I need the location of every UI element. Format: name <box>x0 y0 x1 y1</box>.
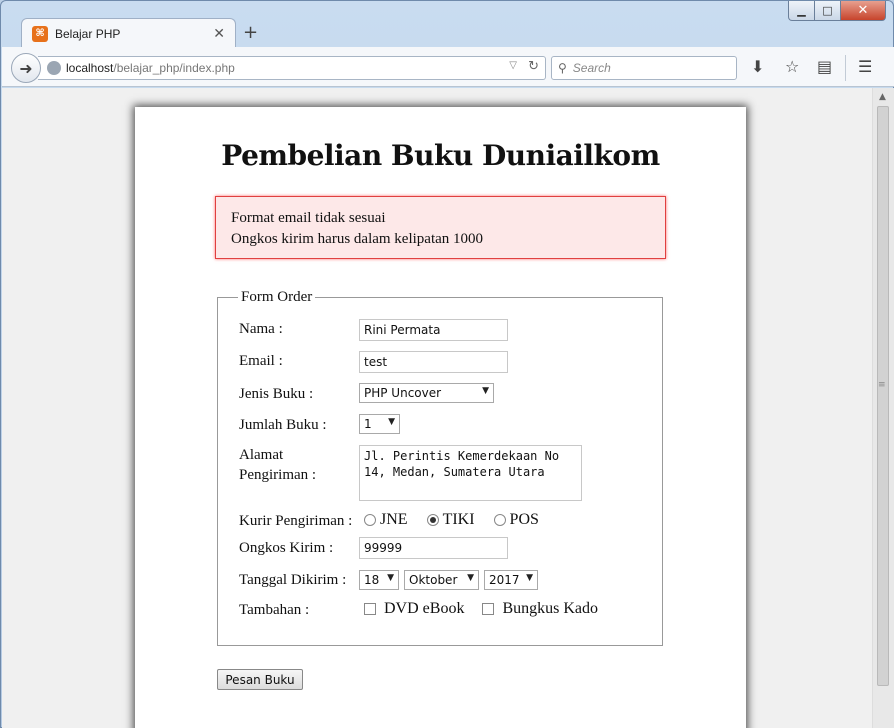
tanggal-month-select[interactable]: Oktober ▼ <box>404 570 479 590</box>
order-page: Pembelian Buku Duniailkom Format email t… <box>135 107 746 728</box>
kurir-label: Kurir Pengiriman : <box>239 513 353 529</box>
minimize-button[interactable]: ▁ <box>788 1 815 21</box>
tanggal-day-select[interactable]: 18 ▼ <box>359 570 399 590</box>
bookmark-star-icon[interactable]: ☆ <box>785 57 799 76</box>
error-message-box: Format email tidak sesuai Ongkos kirim h… <box>215 196 666 259</box>
reading-list-icon[interactable]: ▤ <box>817 57 832 76</box>
search-box[interactable]: ⚲ Search <box>551 56 737 80</box>
tanggal-year-value: 2017 <box>489 573 520 587</box>
page-title: Pembelian Buku Duniailkom <box>221 139 660 172</box>
tanggal-month-value: Oktober <box>409 573 458 587</box>
jumlah-buku-value: 1 <box>364 417 372 431</box>
xampp-favicon-icon: ⌘ <box>32 25 48 42</box>
radio-jne[interactable] <box>364 514 376 526</box>
checkbox-bungkus-kado[interactable] <box>482 603 495 615</box>
tanggal-label: Tanggal Dikirim : <box>239 572 347 588</box>
radio-label-jne: JNE <box>380 511 408 528</box>
tanggal-year-select[interactable]: 2017 ▼ <box>484 570 538 590</box>
tab-title: Belajar PHP <box>55 26 121 41</box>
dropdown-arrow-icon: ▼ <box>467 573 474 583</box>
back-button[interactable]: ➜ <box>11 53 41 83</box>
nama-input[interactable] <box>359 319 508 341</box>
url-host: localhost <box>66 61 114 75</box>
fieldset-legend: Form Order <box>241 289 313 305</box>
search-placeholder: Search <box>572 61 611 75</box>
window-controls: ▁ □ ✕ <box>788 1 886 21</box>
download-icon[interactable]: ⬇ <box>751 57 764 76</box>
tambahan-label: Tambahan : <box>239 602 310 618</box>
ongkos-label: Ongkos Kirim : <box>239 540 334 556</box>
url-bar[interactable]: localhost/belajar_php/index.php ▽ ↻ <box>38 56 546 80</box>
reload-icon[interactable]: ↻ <box>528 59 539 74</box>
radio-tiki[interactable] <box>426 514 439 526</box>
page-viewport: Pembelian Buku Duniailkom Format email t… <box>2 88 872 728</box>
dropdown-arrow-icon: ▼ <box>388 417 395 427</box>
kurir-radio-group: JNE TIKI POS <box>364 511 539 529</box>
arrow-left-icon: ➜ <box>19 58 33 78</box>
history-dropdown-icon[interactable]: ▽ <box>509 60 517 71</box>
jumlah-buku-label: Jumlah Buku : <box>239 417 327 433</box>
ongkos-input[interactable] <box>359 537 508 559</box>
toolbar-separator <box>845 55 846 81</box>
scroll-up-icon[interactable]: ▲ <box>879 92 886 102</box>
dropdown-arrow-icon: ▼ <box>387 573 394 583</box>
new-tab-icon[interactable]: + <box>243 22 258 43</box>
jenis-buku-value: PHP Uncover <box>364 386 442 400</box>
email-input[interactable] <box>359 351 508 373</box>
browser-window: ▁ □ ✕ ⌘ Belajar PHP ✕ + localhost/belaja… <box>0 0 894 728</box>
radio-label-tiki: TIKI <box>442 511 475 528</box>
error-message: Ongkos kirim harus dalam kelipatan 1000 <box>231 231 484 247</box>
scrollbar-grip-icon: ≡ <box>878 380 886 390</box>
close-tab-icon[interactable]: ✕ <box>213 26 225 42</box>
alamat-label-line1: Alamat <box>239 447 284 463</box>
jenis-buku-label: Jenis Buku : <box>239 386 314 402</box>
alamat-textarea[interactable]: Jl. Perintis Kemerdekaan No 14, Medan, S… <box>359 445 582 501</box>
menu-icon[interactable]: ☰ <box>858 57 872 76</box>
radio-pos[interactable] <box>493 514 506 526</box>
nama-label: Nama : <box>239 321 283 337</box>
checkbox-label-bungkus-kado: Bungkus Kado <box>502 600 598 617</box>
vertical-scrollbar[interactable]: ▲ ≡ <box>872 88 894 728</box>
jumlah-buku-select[interactable]: 1 ▼ <box>359 414 400 434</box>
alamat-label-line2: Pengiriman : <box>239 467 317 483</box>
maximize-button[interactable]: □ <box>815 1 841 21</box>
dropdown-arrow-icon: ▼ <box>526 573 533 583</box>
scrollbar-thumb[interactable] <box>877 106 889 686</box>
jenis-buku-select[interactable]: PHP Uncover ▼ <box>359 383 494 403</box>
search-icon: ⚲ <box>558 61 567 75</box>
navigation-toolbar: localhost/belajar_php/index.php ▽ ↻ ➜ ⚲ … <box>2 47 894 87</box>
tambahan-checkbox-group: DVD eBook Bungkus Kado <box>364 600 598 618</box>
checkbox-dvd-ebook[interactable] <box>364 603 376 615</box>
radio-label-pos: POS <box>509 511 539 528</box>
dropdown-arrow-icon: ▼ <box>482 386 489 396</box>
email-label: Email : <box>239 353 283 369</box>
pesan-buku-button[interactable]: Pesan Buku <box>217 669 303 690</box>
globe-icon <box>47 61 61 75</box>
url-path: /belajar_php/index.php <box>113 61 235 75</box>
checkbox-label-dvd-ebook: DVD eBook <box>384 600 465 617</box>
error-message: Format email tidak sesuai <box>231 210 386 226</box>
browser-tab[interactable]: ⌘ Belajar PHP ✕ <box>21 18 236 48</box>
close-window-button[interactable]: ✕ <box>841 1 886 21</box>
tanggal-day-value: 18 <box>364 573 380 587</box>
